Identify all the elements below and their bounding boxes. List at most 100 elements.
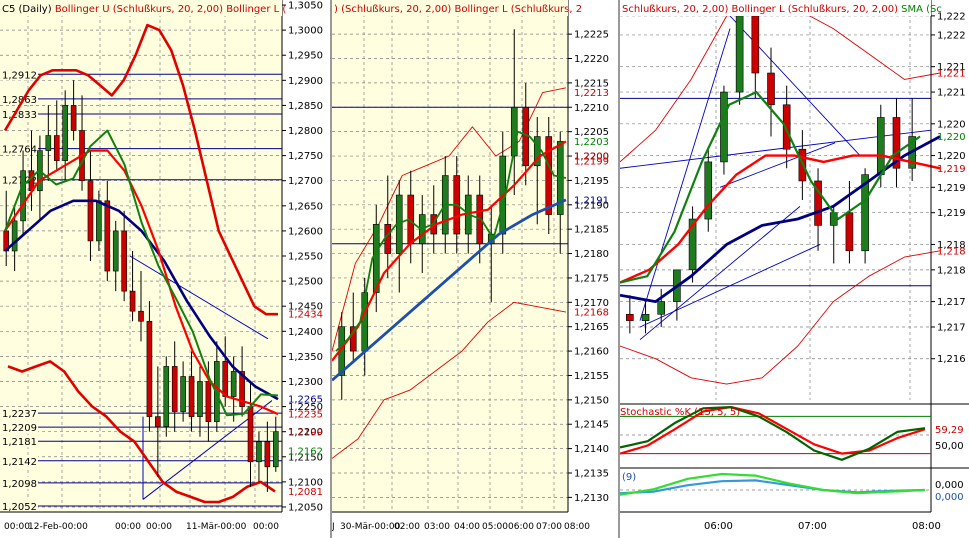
daily-candle-body xyxy=(163,366,170,427)
daily-price-tick-label: 1,3000 xyxy=(288,26,323,37)
minute-candle-body xyxy=(845,212,854,252)
daily-candle-body xyxy=(256,441,262,463)
level-label: 1,2912 xyxy=(2,70,37,81)
osc-value-label: 0,000 xyxy=(935,480,964,491)
daily-candle-body xyxy=(96,200,102,242)
daily-candle-body xyxy=(62,105,68,161)
minute-candle-body xyxy=(767,72,775,106)
minute-candle-body xyxy=(735,15,744,93)
level-label: 1,2098 xyxy=(2,479,37,490)
daily-candle-body xyxy=(20,170,26,222)
hourly-current-price-label: 1,2213 xyxy=(574,88,609,99)
hourly-chart-pane[interactable]: 1,22251,22201,22151,22101,22051,22001,21… xyxy=(332,0,620,538)
daily-candle-body xyxy=(155,416,161,427)
minute-chart-pane[interactable]: 1,2221,2221,2211,2211,2201,2201,2191,219… xyxy=(620,0,969,538)
daily-price-tick-label: 1,2950 xyxy=(288,51,323,62)
minute-time-label: 06:00 xyxy=(704,521,733,532)
minute-price-tick-label: 1,216 xyxy=(937,354,966,365)
minute-current-price-label: 1,220 xyxy=(937,132,966,143)
level-label: 1,2237 xyxy=(2,409,37,420)
daily-candle-body xyxy=(180,376,186,412)
hourly-price-tick-label: 1,2165 xyxy=(574,322,609,333)
minute-price-tick-label: 1,220 xyxy=(937,119,966,130)
hourly-time-label: J xyxy=(332,522,335,532)
minute-current-price-label: 1,219 xyxy=(937,164,966,175)
daily-price-tick-label: 1,2350 xyxy=(288,352,323,363)
level-label: 1,2052 xyxy=(2,502,37,513)
hourly-time-label: 02:00 xyxy=(394,522,420,532)
minute-chart-title-part: Bollinger L (Schlußkurs, 20, 2,00) xyxy=(732,4,902,15)
hourly-price-tick-label: 1,2195 xyxy=(574,176,609,187)
daily-price-tick-label: 1,2800 xyxy=(288,126,323,137)
hourly-chart-title-part: Bollinger L (Schlußkurs, 2 xyxy=(455,4,583,15)
daily-candle-body xyxy=(70,105,77,131)
stoch-value-label: 59,29 xyxy=(935,425,964,436)
daily-current-price-label: 1,2162 xyxy=(288,446,323,457)
daily-candle-body xyxy=(264,441,271,468)
minute-time-label: 07:00 xyxy=(798,521,827,532)
daily-candle-body xyxy=(197,381,203,417)
daily-candle-body xyxy=(247,406,254,463)
daily-candle-body xyxy=(188,376,195,417)
daily-candle-body xyxy=(112,230,119,272)
hourly-price-tick-label: 1,2175 xyxy=(574,273,609,284)
hourly-price-tick-label: 1,2140 xyxy=(574,444,609,455)
stoch-title: Stochastic %K (15, 5, 5) xyxy=(620,407,740,418)
hourly-price-tick-label: 1,2155 xyxy=(574,371,609,382)
minute-candle-body xyxy=(641,313,650,321)
daily-candle-body xyxy=(171,366,178,412)
hourly-price-tick-label: 1,2150 xyxy=(574,395,609,406)
minute-price-tick-label: 1,217 xyxy=(937,297,966,308)
hourly-time-label: 04:00 xyxy=(454,522,480,532)
hourly-current-price-label: 1,2203 xyxy=(574,137,609,148)
hourly-price-tick-label: 1,2135 xyxy=(574,468,609,479)
daily-chart-title-part: Bollinger U (Schlußkurs, 20, 2,00) xyxy=(55,4,226,15)
hourly-current-price-label: 1,2191 xyxy=(574,195,609,206)
daily-candle-body xyxy=(222,361,229,397)
plot-background xyxy=(620,0,969,538)
minute-price-tick-label: 1,218 xyxy=(937,265,966,276)
daily-candle-body xyxy=(129,290,136,312)
daily-candle-body xyxy=(146,320,153,417)
daily-candle-body xyxy=(45,135,52,151)
daily-chart-pane[interactable]: 1,29121,28631,28331,27641,27021,22371,22… xyxy=(0,0,332,538)
daily-price-tick-label: 1,2750 xyxy=(288,151,323,162)
minute-price-tick-label: 1,219 xyxy=(937,208,966,219)
hourly-time-label: 30-Mär-00:00 xyxy=(340,522,401,532)
daily-price-tick-label: 1,2650 xyxy=(288,201,323,212)
daily-time-label: 00:00 xyxy=(115,522,141,532)
daily-candle-body xyxy=(104,200,111,272)
daily-candle-body xyxy=(205,381,212,422)
daily-chart-title-part: Bollinger L ( xyxy=(226,4,286,15)
daily-current-price-label: 1,2265 xyxy=(288,395,323,406)
daily-candle-body xyxy=(230,371,237,397)
hourly-price-tick-label: 1,2180 xyxy=(574,249,609,260)
daily-time-label: 00:00 xyxy=(253,522,279,532)
daily-price-tick-label: 1,2550 xyxy=(288,252,323,263)
daily-candle-body xyxy=(53,135,60,161)
daily-price-tick-label: 1,2300 xyxy=(288,377,323,388)
level-label: 1,2142 xyxy=(2,457,37,468)
daily-candle-body xyxy=(87,180,94,242)
daily-chart-title: C5 (Daily) Bollinger U (Schlußkurs, 20, … xyxy=(2,4,286,15)
minute-candle-body xyxy=(751,15,760,74)
osc-value-label: 0,000 xyxy=(935,492,964,503)
hourly-chart-title-part: ) (Schlußkurs, 20, 2,00) xyxy=(334,4,455,15)
level-label: 1,2181 xyxy=(2,437,37,448)
daily-price-tick-label: 1,2400 xyxy=(288,327,323,338)
daily-candle-body xyxy=(272,431,279,468)
hourly-chart-title: ) (Schlußkurs, 20, 2,00) Bollinger L (Sc… xyxy=(334,4,582,15)
daily-time-label: 11-Mär-00:00 xyxy=(186,522,247,532)
hourly-current-price-label: 1,2168 xyxy=(574,308,609,319)
minute-current-price-label: 1,218 xyxy=(937,246,966,257)
stoch-level-label: 50,00 xyxy=(935,441,964,452)
minute-chart-title-part: SMA (Sc xyxy=(901,4,942,15)
hourly-time-label: 05:00 xyxy=(482,522,508,532)
hourly-time-label: 07:00 xyxy=(536,522,562,532)
hourly-price-tick-label: 1,2185 xyxy=(574,225,609,236)
level-label: 1,2209 xyxy=(2,423,37,434)
daily-price-tick-label: 1,2600 xyxy=(288,226,323,237)
minute-price-tick-label: 1,220 xyxy=(937,151,966,162)
plot-background xyxy=(332,0,568,512)
daily-current-price-label: 1,2199 xyxy=(288,428,323,439)
